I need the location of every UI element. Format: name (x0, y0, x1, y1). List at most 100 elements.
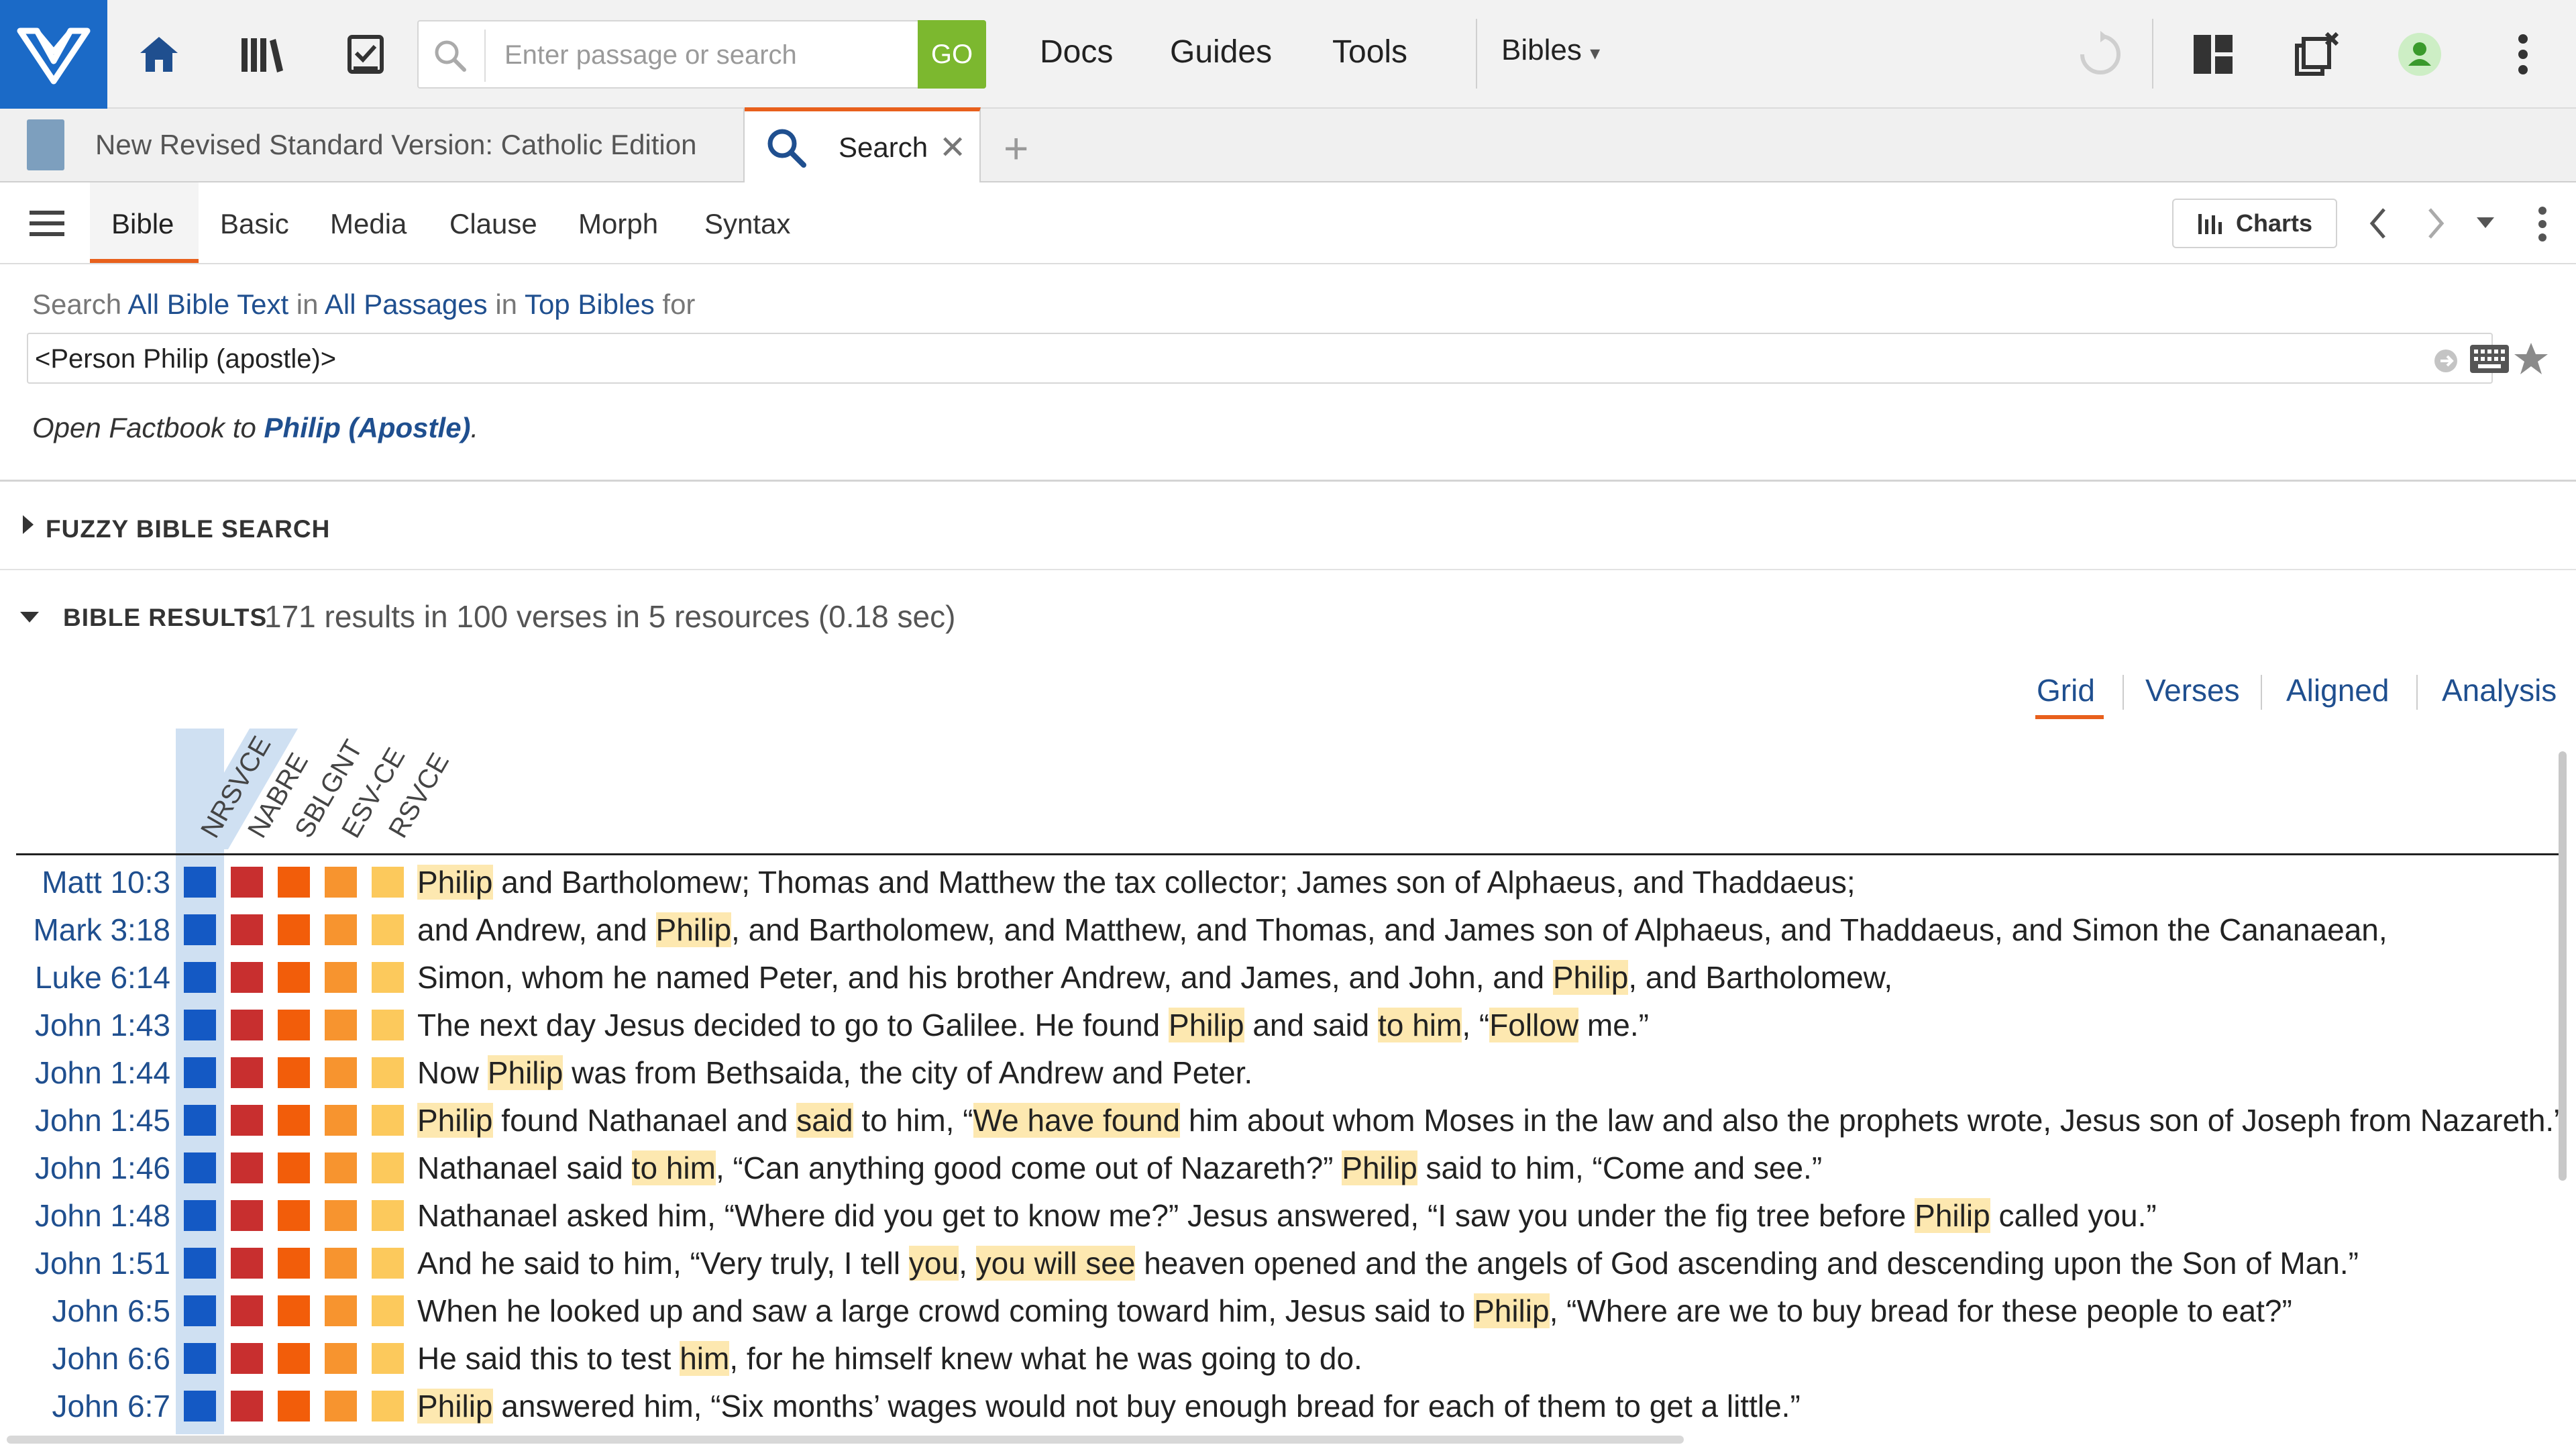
hit-cell-esv-ce[interactable] (325, 1152, 357, 1183)
hit-cell-sblgnt[interactable] (278, 914, 310, 945)
menu-guides[interactable]: Guides (1170, 34, 1272, 70)
hit-cell-nrsvce[interactable] (184, 1152, 216, 1183)
hit-cell-sblgnt[interactable] (278, 1295, 310, 1326)
verse-reference-link[interactable]: John 1:43 (35, 1007, 170, 1043)
hit-cell-rsvce[interactable] (372, 1010, 404, 1040)
menu-tools[interactable]: Tools (1332, 34, 1407, 70)
hit-cell-sblgnt[interactable] (278, 1391, 310, 1421)
hit-cell-esv-ce[interactable] (325, 1248, 357, 1279)
hamburger-menu-icon[interactable] (30, 209, 64, 237)
hit-cell-esv-ce[interactable] (325, 867, 357, 898)
hit-cell-rsvce[interactable] (372, 962, 404, 993)
hit-cell-rsvce[interactable] (372, 1295, 404, 1326)
hit-cell-nabre[interactable] (231, 1010, 263, 1040)
close-panels-icon[interactable] (2286, 24, 2347, 85)
hit-cell-nrsvce[interactable] (184, 962, 216, 993)
hit-cell-esv-ce[interactable] (325, 1010, 357, 1040)
verse-reference-link[interactable]: John 1:44 (35, 1055, 170, 1091)
verse-reference-link[interactable]: John 1:48 (35, 1197, 170, 1234)
verse-reference-link[interactable]: John 6:7 (52, 1388, 170, 1424)
more-vertical-icon[interactable] (2537, 207, 2548, 241)
result-row[interactable]: Mark 3:18 and Andrew, and Philip, and Bar… (0, 904, 2542, 951)
passage-search-input[interactable] (504, 35, 853, 75)
hit-cell-nrsvce[interactable] (184, 914, 216, 945)
result-row[interactable]: John 6:5 When he looked up and saw a larg… (0, 1285, 2542, 1332)
layouts-icon[interactable] (2183, 24, 2243, 85)
star-icon[interactable] (2513, 341, 2549, 377)
hit-cell-sblgnt[interactable] (278, 1152, 310, 1183)
hit-cell-esv-ce[interactable] (325, 1343, 357, 1374)
hit-cell-rsvce[interactable] (372, 1152, 404, 1183)
horizontal-scrollbar[interactable] (7, 1436, 1684, 1444)
home-icon[interactable] (129, 24, 189, 85)
hit-cell-nabre[interactable] (231, 962, 263, 993)
hit-cell-nabre[interactable] (231, 867, 263, 898)
hit-cell-sblgnt[interactable] (278, 1057, 310, 1088)
hit-cell-nrsvce[interactable] (184, 1105, 216, 1136)
tab-media[interactable]: Media (330, 208, 407, 240)
hit-cell-nabre[interactable] (231, 1248, 263, 1279)
menu-docs[interactable]: Docs (1040, 34, 1113, 70)
forward-arrow-icon[interactable] (2426, 207, 2446, 240)
hit-cell-nabre[interactable] (231, 1057, 263, 1088)
result-row[interactable]: Luke 6:14 Simon, whom he named Peter, and… (0, 951, 2542, 999)
hit-cell-sblgnt[interactable] (278, 1343, 310, 1374)
verse-reference-link[interactable]: John 1:45 (35, 1102, 170, 1138)
hit-cell-sblgnt[interactable] (278, 1248, 310, 1279)
sync-icon[interactable] (2070, 24, 2131, 85)
add-tab-icon[interactable]: + (1004, 123, 1028, 173)
verse-reference-link[interactable]: Mark 3:18 (33, 912, 170, 948)
verse-reference-link[interactable]: John 1:51 (35, 1245, 170, 1281)
result-row[interactable]: John 1:44 Now Philip was from Bethsaida, … (0, 1046, 2542, 1094)
hit-cell-nrsvce[interactable] (184, 867, 216, 898)
factbook-link[interactable]: Philip (Apostle) (264, 412, 471, 443)
hit-cell-esv-ce[interactable] (325, 1200, 357, 1231)
hit-cell-nabre[interactable] (231, 1343, 263, 1374)
query-field[interactable] (27, 333, 2509, 384)
hit-cell-nrsvce[interactable] (184, 1010, 216, 1040)
result-row[interactable]: John 6:6 He said this to test him, for he… (0, 1332, 2542, 1380)
charts-button[interactable]: Charts (2172, 199, 2337, 248)
query-input[interactable] (35, 339, 2383, 378)
close-icon[interactable]: ✕ (939, 129, 966, 166)
bible-results-header[interactable]: BIBLE RESULTS 171 results in 100 verses … (0, 577, 2576, 651)
vertical-scrollbar[interactable] (2559, 751, 2567, 1181)
view-tab-aligned[interactable]: Aligned (2286, 672, 2389, 708)
result-row[interactable]: John 1:45 Philip found Nathanael and said… (0, 1094, 2565, 1142)
history-dropdown-icon[interactable] (2475, 216, 2496, 229)
fuzzy-search-section[interactable]: FUZZY BIBLE SEARCH (0, 483, 2576, 570)
result-row[interactable]: John 1:48 Nathanael asked him, “Where did… (0, 1189, 2542, 1237)
collapse-arrow-icon[interactable] (20, 612, 39, 623)
hit-cell-nabre[interactable] (231, 1152, 263, 1183)
hit-cell-nrsvce[interactable] (184, 1391, 216, 1421)
tab-basic[interactable]: Basic (220, 208, 289, 240)
result-row[interactable]: John 6:7 Philip answered him, “Six months… (0, 1380, 2542, 1428)
hit-cell-rsvce[interactable] (372, 1057, 404, 1088)
verse-reference-link[interactable]: John 6:6 (52, 1340, 170, 1377)
hit-cell-rsvce[interactable] (372, 1248, 404, 1279)
hit-cell-rsvce[interactable] (372, 1391, 404, 1421)
hit-cell-sblgnt[interactable] (278, 1105, 310, 1136)
user-avatar-icon[interactable] (2390, 24, 2450, 85)
tab-syntax[interactable]: Syntax (704, 208, 790, 240)
verse-reference-link[interactable]: Luke 6:14 (35, 959, 170, 996)
tasks-icon[interactable] (335, 24, 396, 85)
expand-arrow-icon[interactable] (23, 515, 34, 534)
more-vertical-icon[interactable] (2493, 24, 2553, 85)
verse-reference-link[interactable]: John 1:46 (35, 1150, 170, 1186)
hit-cell-nabre[interactable] (231, 1295, 263, 1326)
hit-cell-sblgnt[interactable] (278, 1200, 310, 1231)
library-icon[interactable] (232, 24, 292, 85)
hit-cell-nrsvce[interactable] (184, 1200, 216, 1231)
result-row[interactable]: John 1:46 Nathanael said to him, “Can any… (0, 1142, 2542, 1189)
hit-cell-rsvce[interactable] (372, 914, 404, 945)
hit-cell-sblgnt[interactable] (278, 1010, 310, 1040)
hit-cell-nabre[interactable] (231, 914, 263, 945)
result-row[interactable]: Matt 10:3 Philip and Bartholomew; Thomas … (0, 856, 2542, 904)
hit-cell-esv-ce[interactable] (325, 914, 357, 945)
back-arrow-icon[interactable] (2368, 207, 2388, 240)
hit-cell-nrsvce[interactable] (184, 1295, 216, 1326)
hit-cell-sblgnt[interactable] (278, 962, 310, 993)
hit-cell-nrsvce[interactable] (184, 1343, 216, 1374)
hit-cell-esv-ce[interactable] (325, 1391, 357, 1421)
